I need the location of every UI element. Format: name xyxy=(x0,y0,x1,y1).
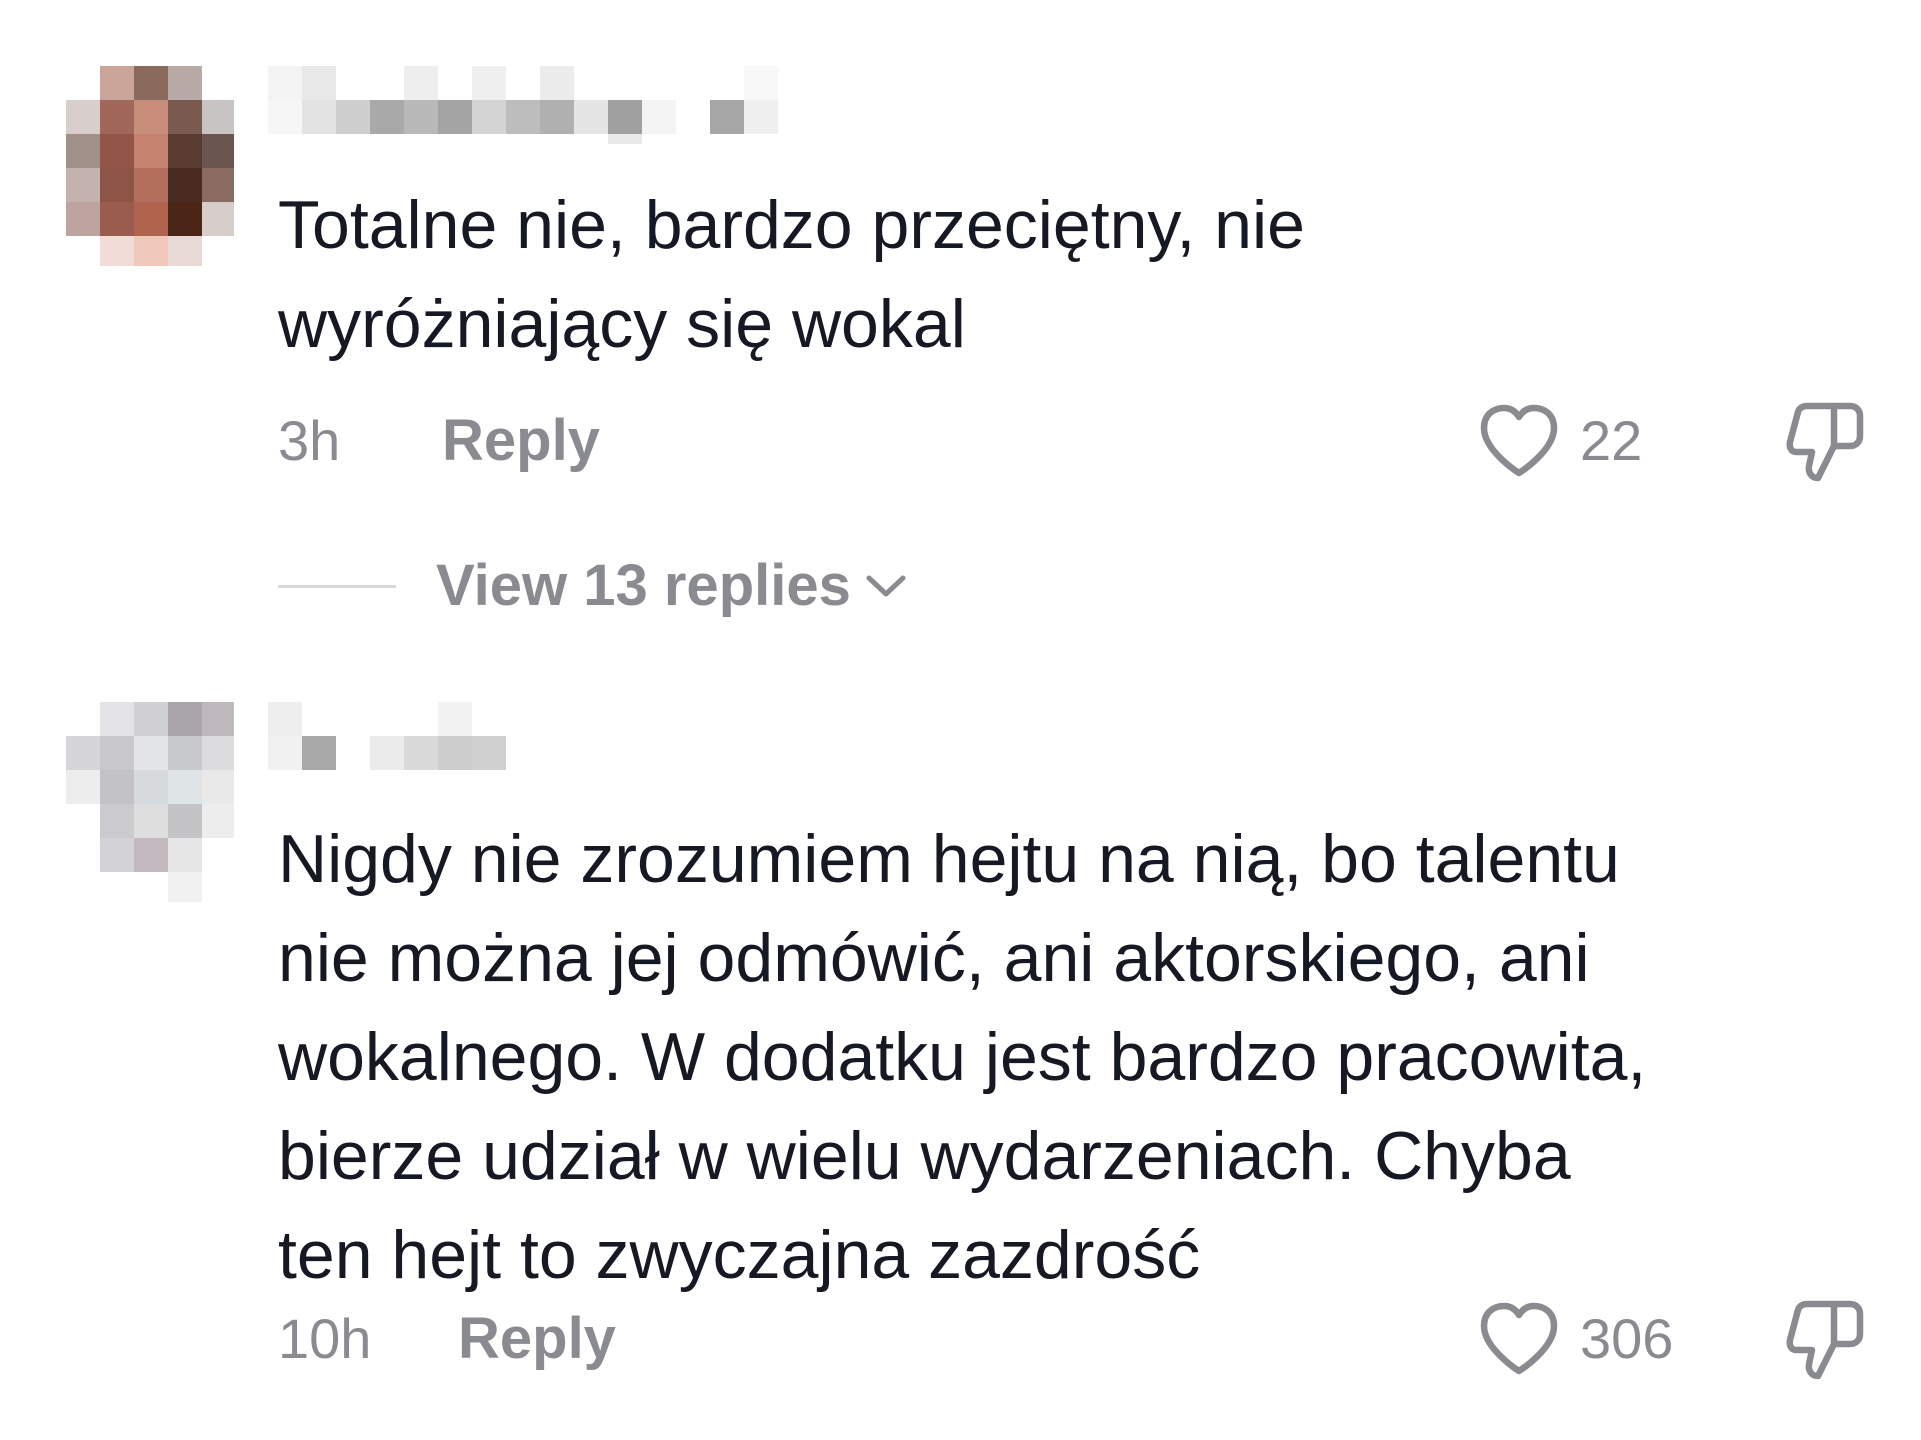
avatar[interactable] xyxy=(66,66,234,266)
like-button[interactable]: 306 xyxy=(1476,1294,1673,1384)
comment-item: Totalne nie, bardzo przeciętny, nie wyró… xyxy=(0,0,1921,660)
view-replies-button[interactable]: View 13 replies xyxy=(278,541,909,631)
thumbs-down-icon[interactable] xyxy=(1778,398,1868,488)
chevron-down-icon xyxy=(866,575,906,597)
reply-button[interactable]: Reply xyxy=(458,1294,616,1384)
username-pixelated xyxy=(268,66,778,144)
heart-icon xyxy=(1480,1302,1558,1375)
replies-divider xyxy=(278,584,396,588)
username-pixelated xyxy=(268,702,506,770)
comment-text: Totalne nie, bardzo przeciętny, nie wyró… xyxy=(278,187,1305,362)
avatar[interactable] xyxy=(66,702,234,902)
avatar-image xyxy=(66,66,234,266)
comment-time: 3h xyxy=(278,409,341,472)
like-button[interactable]: 22 xyxy=(1476,396,1642,486)
comment-time: 10h xyxy=(278,1307,372,1370)
username-redacted[interactable] xyxy=(268,66,808,146)
avatar-image xyxy=(66,702,234,902)
comment-item: Nigdy nie zrozumiem hejtu na nią, bo tal… xyxy=(0,660,1921,1440)
like-count: 22 xyxy=(1580,409,1643,472)
username-redacted[interactable] xyxy=(268,702,528,782)
thumbs-down-icon[interactable] xyxy=(1778,1296,1868,1386)
comment-text: Nigdy nie zrozumiem hejtu na nią, bo tal… xyxy=(278,821,1647,1293)
comment-meta: 3h Reply 22 xyxy=(278,396,1878,486)
comment-meta: 10h Reply 306 xyxy=(278,1294,1878,1384)
like-count: 306 xyxy=(1580,1307,1674,1370)
view-replies-label: View 13 replies xyxy=(436,553,851,618)
heart-icon xyxy=(1480,404,1558,477)
reply-button[interactable]: Reply xyxy=(442,396,600,486)
